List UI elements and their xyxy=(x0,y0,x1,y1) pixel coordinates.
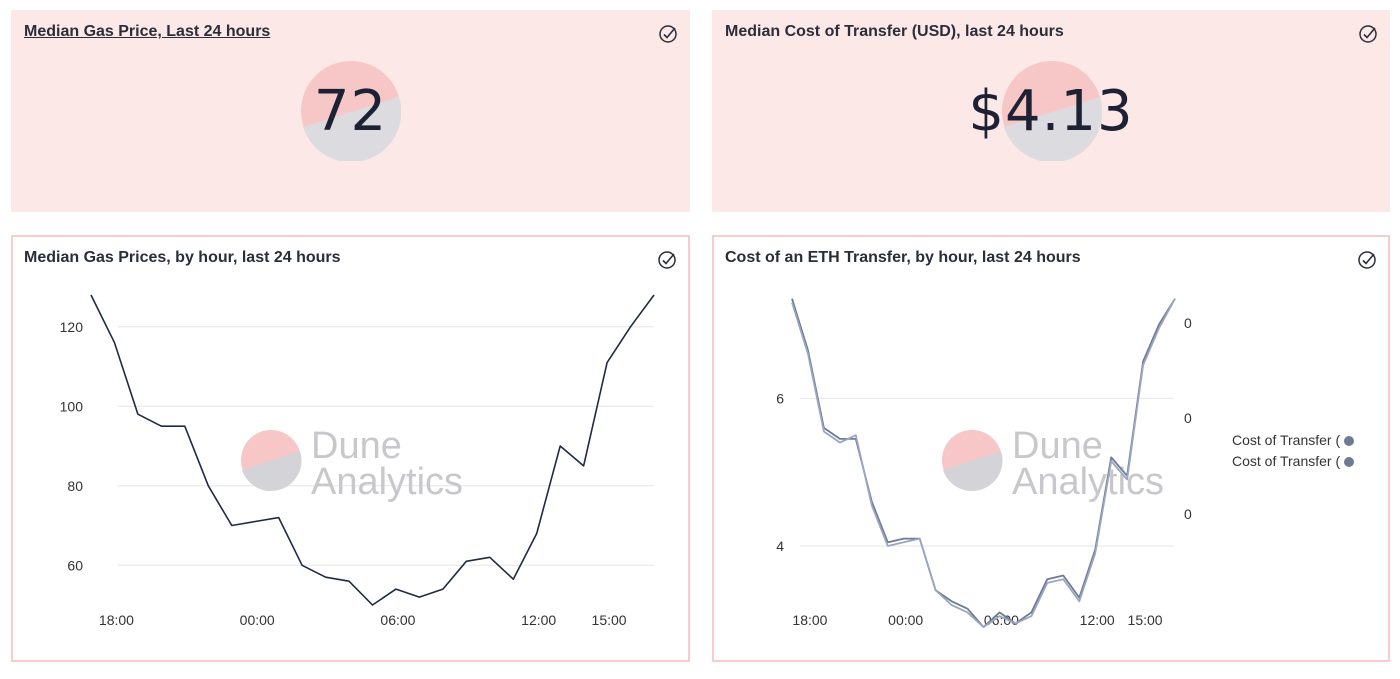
dune-watermark: DuneAnalytics xyxy=(942,425,1164,503)
y-tick-label: 60 xyxy=(67,557,83,573)
y-tick-label: 4 xyxy=(776,538,784,554)
y2-tick-label: 0 xyxy=(1184,410,1192,426)
gas-price-counter-panel: Median Gas Price, Last 24 hours 72 xyxy=(11,10,690,212)
gas-price-counter-title[interactable]: Median Gas Price, Last 24 hours xyxy=(24,23,270,41)
watermark-line2: Analytics xyxy=(311,461,463,503)
watermark-line2: Analytics xyxy=(1012,461,1164,503)
y-tick-label: 80 xyxy=(67,478,83,494)
x-tick-label: 00:00 xyxy=(240,612,275,628)
gas-line-chart: 60 80 100 120 18:00 00:00 06:00 12:00 15:00 DuneA… xyxy=(60,294,655,628)
y2-tick-label: 0 xyxy=(1184,315,1192,331)
gas-price-value: 72 xyxy=(313,79,388,144)
legend-item-eth[interactable]: Cost of Transfer (E xyxy=(1232,452,1368,473)
chart-legend: Cost of Transfer (U Cost of Transfer (E xyxy=(1232,431,1368,473)
y2-tick-label: 0 xyxy=(1184,506,1192,522)
x-tick-label: 00:00 xyxy=(888,612,923,628)
legend-item-usd[interactable]: Cost of Transfer (U xyxy=(1232,431,1368,452)
x-tick-label: 12:00 xyxy=(521,612,556,628)
x-tick-label: 15:00 xyxy=(1128,612,1163,628)
check-circle-icon[interactable] xyxy=(658,24,678,44)
cost-counter-panel: Median Cost of Transfer (USD), last 24 h… xyxy=(712,10,1390,212)
check-circle-icon[interactable] xyxy=(657,250,677,270)
cost-counter-title[interactable]: Median Cost of Transfer (USD), last 24 h… xyxy=(725,23,1064,41)
legend-dot-icon xyxy=(1344,457,1354,467)
gas-chart-title[interactable]: Median Gas Prices, by hour, last 24 hour… xyxy=(24,249,341,267)
cost-chart-title[interactable]: Cost of an ETH Transfer, by hour, last 2… xyxy=(725,249,1081,267)
x-tick-label: 18:00 xyxy=(792,612,827,628)
x-tick-label: 18:00 xyxy=(99,612,134,628)
cost-value: $4.13 xyxy=(968,79,1134,144)
dune-watermark: DuneAnalytics xyxy=(241,425,463,503)
cost-chart-panel: 4 6 0 0 0 18:00 00:00 06:00 12:00 15:00 Dune Analyt… xyxy=(712,235,1390,662)
x-tick-label: 15:00 xyxy=(592,612,627,628)
legend-label: Cost of Transfer (E xyxy=(1232,453,1340,469)
check-circle-icon[interactable] xyxy=(1357,250,1377,270)
y-tick-label: 120 xyxy=(60,319,84,335)
gas-chart-panel: 60 80 100 120 18:00 00:00 06:00 12:00 15:00 Dune A… xyxy=(11,235,690,662)
x-tick-label: 06:00 xyxy=(380,612,415,628)
y-tick-label: 6 xyxy=(776,390,784,406)
y-tick-label: 100 xyxy=(60,398,84,414)
legend-label: Cost of Transfer (U xyxy=(1232,432,1340,448)
legend-dot-icon xyxy=(1344,436,1354,446)
x-tick-label: 12:00 xyxy=(1080,612,1115,628)
check-circle-icon[interactable] xyxy=(1358,24,1378,44)
